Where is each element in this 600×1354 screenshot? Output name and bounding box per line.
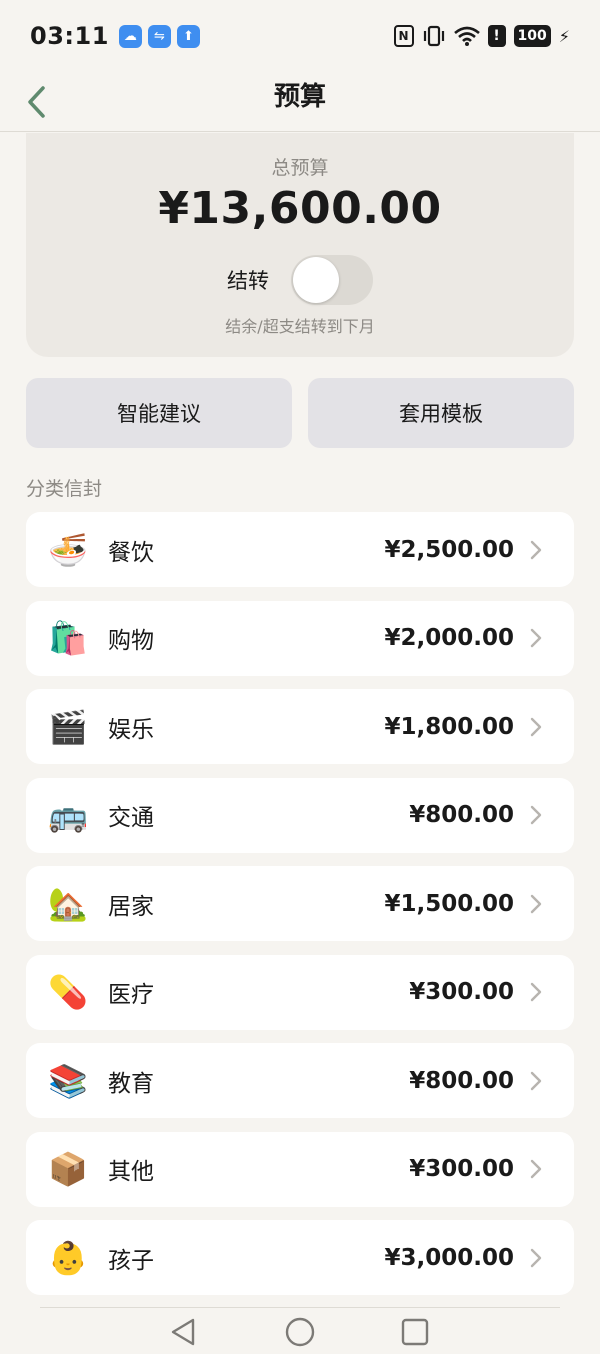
bus-icon: 🚌 <box>48 796 88 834</box>
envelope-name: 教育 <box>108 1070 154 1097</box>
envelope-amount: ¥300.00 <box>409 1156 514 1182</box>
wifi-icon <box>453 26 480 46</box>
nav-header: 预算 <box>0 72 600 132</box>
square-recents-icon <box>401 1318 429 1346</box>
battery-icon: 100 <box>513 25 551 47</box>
system-status-icons: N ! 100 ⚡ <box>393 25 570 47</box>
chevron-right-icon <box>526 1159 546 1179</box>
chevron-right-icon <box>526 1248 546 1268</box>
alert-icon: ! <box>487 25 506 47</box>
chevron-right-icon <box>526 717 546 737</box>
system-nav-bar <box>0 1308 600 1354</box>
baby-icon: 👶 <box>48 1238 88 1277</box>
nfc-icon: N <box>393 25 414 47</box>
chevron-right-icon <box>526 1071 546 1091</box>
status-app-icons: ☁ ⇋ ⬆ <box>118 24 200 48</box>
chevron-right-icon <box>526 982 546 1002</box>
total-budget-label: 总预算 <box>271 157 329 179</box>
envelope-name: 居家 <box>108 893 154 920</box>
weather-icon: ☁ <box>118 24 142 48</box>
envelope-name: 医疗 <box>108 982 154 1008</box>
chevron-right-icon <box>526 805 546 825</box>
envelope-name: 孩子 <box>108 1247 154 1274</box>
envelope-item[interactable]: 📦 其他 ¥300.00 <box>26 1131 574 1207</box>
usb-icon: ⇋ <box>147 24 171 48</box>
apply-template-button[interactable]: 套用模板 <box>308 378 574 448</box>
envelope-amount: ¥300.00 <box>409 979 514 1005</box>
envelope-name: 娱乐 <box>108 716 154 743</box>
envelope-item[interactable]: 🍜 餐饮 ¥2,500.00 <box>26 512 574 587</box>
pill-icon: 💊 <box>48 973 88 1011</box>
envelope-amount: ¥2,000.00 <box>384 625 515 651</box>
nav-home-button[interactable] <box>280 1314 320 1350</box>
carryover-toggle[interactable] <box>291 255 373 305</box>
carryover-row: 结转 <box>26 255 574 305</box>
envelope-item[interactable]: 🛍️ 购物 ¥2,000.00 <box>26 600 574 676</box>
envelope-item[interactable]: 🏡 居家 ¥1,500.00 <box>26 866 574 941</box>
smart-suggestion-button[interactable]: 智能建议 <box>26 378 292 448</box>
package-icon: 📦 <box>48 1150 88 1188</box>
envelope-name: 交通 <box>108 805 154 831</box>
vibrate-icon <box>422 25 446 47</box>
house-icon: 🏡 <box>48 884 88 923</box>
shopping-bags-icon: 🛍️ <box>48 619 88 657</box>
status-bar: 03:11 ☁ ⇋ ⬆ N ! 100 ⚡ <box>0 0 600 72</box>
envelope-item[interactable]: 👶 孩子 ¥3,000.00 <box>26 1220 574 1295</box>
budget-screen: 03:11 ☁ ⇋ ⬆ N ! 100 ⚡ 预算 总预算 ¥13,600.00 … <box>0 0 600 1354</box>
nav-back-button[interactable] <box>163 1314 203 1350</box>
budget-summary-card: 总预算 ¥13,600.00 结转 结余/超支结转到下月 <box>26 133 574 357</box>
clapperboard-icon: 🎬 <box>48 707 88 746</box>
total-budget-amount[interactable]: ¥13,600.00 <box>26 183 574 234</box>
envelope-amount: ¥800.00 <box>409 802 514 828</box>
chevron-right-icon <box>526 540 546 560</box>
carryover-label: 结转 <box>227 269 269 293</box>
noodle-bowl-icon: 🍜 <box>48 530 88 569</box>
envelope-item[interactable]: 📚 教育 ¥800.00 <box>26 1043 574 1118</box>
envelope-amount: ¥1,800.00 <box>384 713 515 740</box>
envelope-amount: ¥2,500.00 <box>384 536 515 563</box>
charging-icon: ⚡ <box>558 26 570 46</box>
envelope-item[interactable]: 🚌 交通 ¥800.00 <box>26 777 574 853</box>
envelope-item[interactable]: 💊 医疗 ¥300.00 <box>26 954 574 1030</box>
envelope-amount: ¥1,500.00 <box>384 890 515 917</box>
carryover-hint: 结余/超支结转到下月 <box>225 317 375 336</box>
envelope-amount: ¥3,000.00 <box>384 1244 515 1271</box>
envelope-item[interactable]: 🎬 娱乐 ¥1,800.00 <box>26 689 574 764</box>
circle-home-icon <box>285 1317 315 1347</box>
status-time: 03:11 <box>30 22 109 50</box>
nav-recents-button[interactable] <box>395 1314 435 1350</box>
envelope-name: 其他 <box>108 1159 154 1185</box>
envelope-name: 购物 <box>108 628 154 654</box>
envelope-name: 餐饮 <box>108 539 154 566</box>
books-icon: 📚 <box>48 1061 88 1100</box>
chevron-right-icon <box>526 628 546 648</box>
triangle-back-icon <box>171 1318 195 1346</box>
envelopes-section-title: 分类信封 <box>26 478 103 500</box>
page-title: 预算 <box>273 82 326 112</box>
upload-icon: ⬆ <box>176 24 200 48</box>
envelope-amount: ¥800.00 <box>409 1067 514 1094</box>
chevron-right-icon <box>526 894 546 914</box>
toggle-knob <box>293 257 339 303</box>
